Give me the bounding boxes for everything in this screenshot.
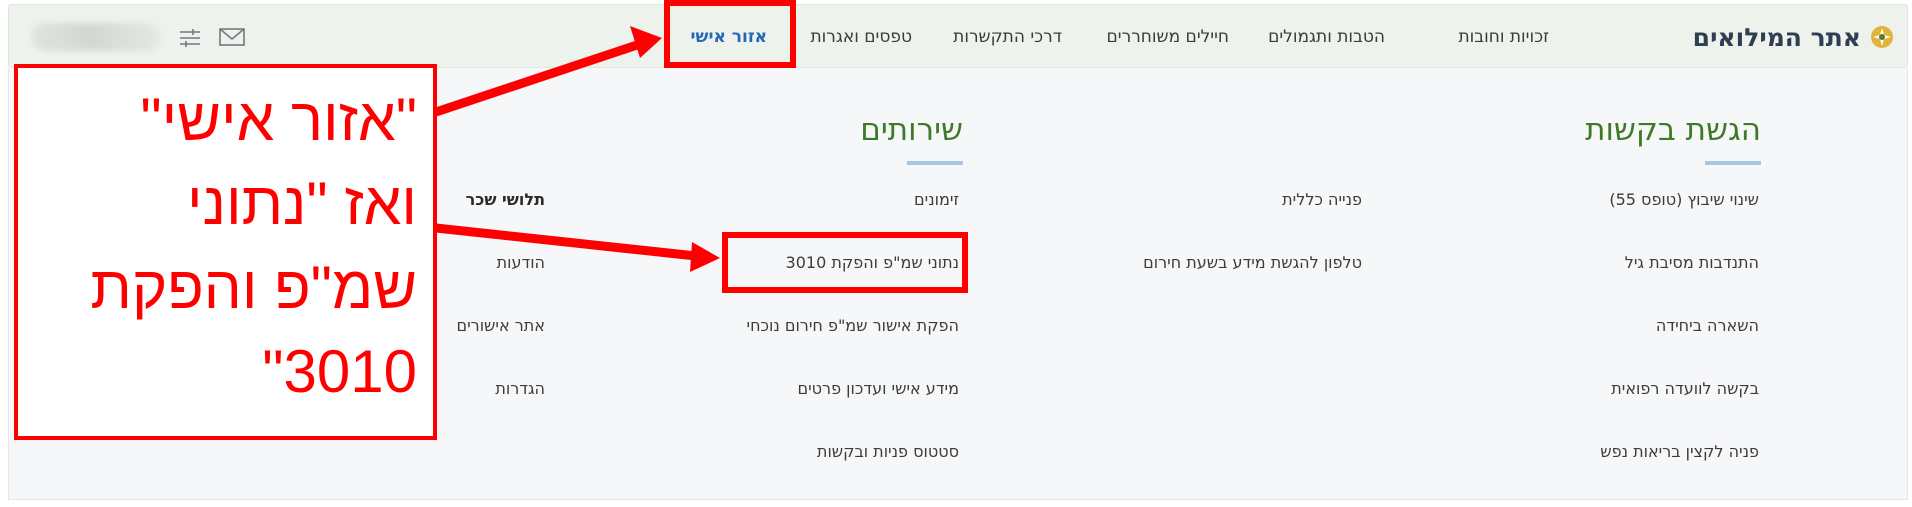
highlight-box-reserve-data	[722, 232, 968, 293]
site-logo[interactable]: אתר המילואים	[1693, 17, 1895, 57]
nav-forms-fees[interactable]: טפסים ואגרות	[810, 22, 912, 52]
top-navbar: אתר המילואים זכויות וחובות הטבות ותגמולי…	[8, 4, 1908, 68]
callout-line: 3010"	[262, 338, 417, 405]
callout-line: ואז "נתוני	[187, 170, 417, 237]
link-certificates-site[interactable]: אתר אישורים	[456, 312, 545, 340]
link-messages[interactable]: הודעות	[497, 249, 545, 277]
callout-line: "אזור אישי"	[140, 86, 417, 153]
highlight-box-personal-area	[664, 0, 796, 68]
user-name-redacted	[31, 23, 161, 51]
link-general-inquiry[interactable]: פנייה כללית	[1282, 186, 1362, 214]
site-title: אתר המילואים	[1692, 22, 1861, 52]
link-mental-health-officer[interactable]: פניה לקצין בריאות נפש	[1600, 438, 1759, 466]
link-emergency-reserve-certificate[interactable]: הפקת אישור שמ"פ חירום נוכחי	[746, 312, 959, 340]
settings-sliders-icon[interactable]	[175, 25, 205, 49]
nav-contact[interactable]: דרכי התקשרות	[953, 22, 1062, 52]
link-change-placement[interactable]: שינוי שיבוץ (טופס 55)	[1609, 186, 1759, 214]
link-volunteer-age[interactable]: התנדבות מסיבת גיל	[1625, 249, 1759, 277]
callout-line: שמ"פ והפקת	[90, 254, 417, 321]
link-medical-committee[interactable]: בקשה לוועדה רפואית	[1611, 375, 1759, 403]
link-personal-info-update[interactable]: מידע אישי ועדכון פרטים	[797, 375, 959, 403]
link-summons[interactable]: זימונים	[914, 186, 959, 214]
idf-emblem-icon	[1871, 26, 1893, 48]
page: אתר המילואים זכויות וחובות הטבות ותגמולי…	[0, 0, 1912, 507]
nav-rights-duties[interactable]: זכויות וחובות	[1458, 22, 1549, 52]
link-stay-in-unit[interactable]: השארה ביחידה	[1656, 312, 1759, 340]
section-title-services: שירותים	[860, 112, 963, 148]
section-title-requests: הגשת בקשות	[1585, 112, 1761, 148]
link-request-status[interactable]: סטטוס פניות ובקשות	[817, 438, 959, 466]
link-settings[interactable]: הגדרות	[495, 375, 545, 403]
nav-benefits[interactable]: הטבות ותגמולים	[1268, 22, 1385, 52]
link-payslips[interactable]: תלושי שכר	[466, 186, 545, 214]
link-emergency-info-phone[interactable]: טלפון להגשת מידע בשעת חירום	[1143, 249, 1362, 277]
section-underline	[1705, 161, 1761, 165]
nav-discharged-soldiers[interactable]: חיילים משוחררים	[1107, 22, 1229, 52]
section-underline	[907, 161, 963, 165]
mail-icon[interactable]	[217, 25, 247, 49]
instruction-callout: "אזור אישי" ואז "נתוני שמ"פ והפקת 3010"	[14, 64, 437, 440]
